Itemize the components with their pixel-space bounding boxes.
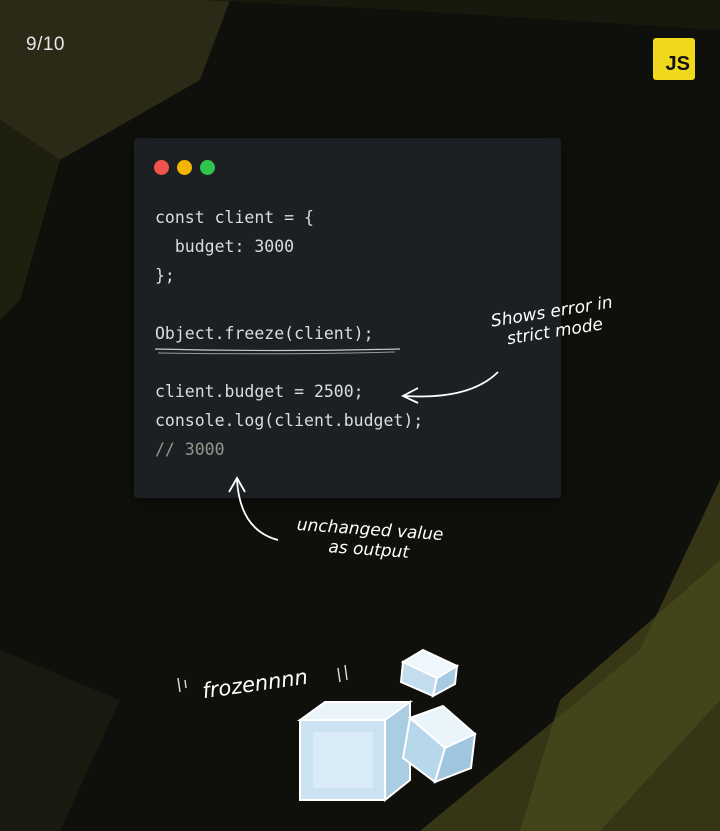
code-line: budget: 3000	[155, 237, 295, 256]
ice-cube-icon	[296, 700, 414, 803]
code-line: };	[155, 266, 175, 285]
page-indicator: 9/10	[26, 34, 65, 55]
close-dot-icon	[154, 160, 169, 175]
ice-cubes-illustration	[296, 648, 477, 803]
code-line: const client = {	[155, 208, 314, 227]
window-controls	[154, 160, 215, 175]
hand-drawn-underline	[155, 348, 401, 355]
code-line: console.log(client.budget);	[155, 411, 424, 430]
ice-cube-icon	[401, 704, 477, 784]
code-line-freeze: Object.freeze(client);	[155, 324, 374, 343]
ice-cube-icon	[399, 648, 460, 698]
minimize-dot-icon	[177, 160, 192, 175]
maximize-dot-icon	[200, 160, 215, 175]
js-logo-badge: JS	[653, 38, 695, 80]
code-line-assignment: client.budget = 2500;	[155, 382, 364, 401]
code-comment: // 3000	[155, 440, 225, 459]
